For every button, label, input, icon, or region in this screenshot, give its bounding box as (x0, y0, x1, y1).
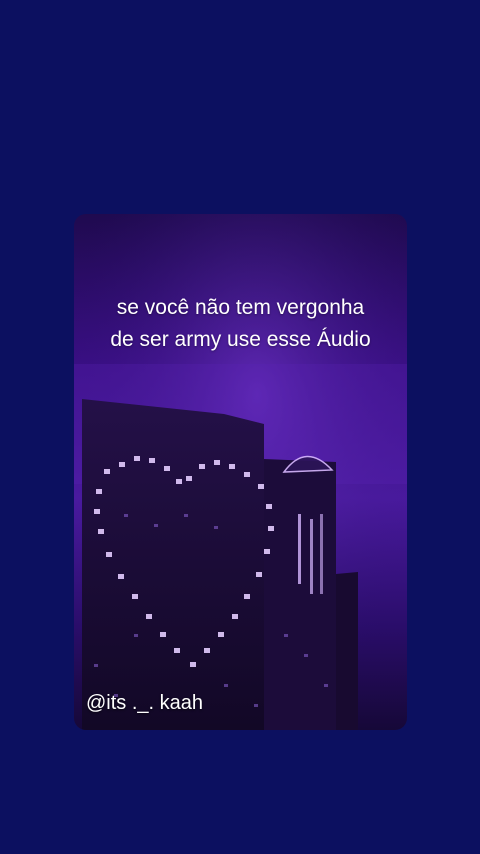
video-card[interactable]: se você não tem vergonha de ser army use… (74, 214, 407, 730)
caption-text: se você não tem vergonha de ser army use… (74, 292, 407, 356)
caption-line-2: de ser army use esse Áudio (110, 328, 371, 351)
caption-line-1: se você não tem vergonha (116, 296, 365, 319)
username-watermark: @its ._. kaah (86, 692, 204, 714)
